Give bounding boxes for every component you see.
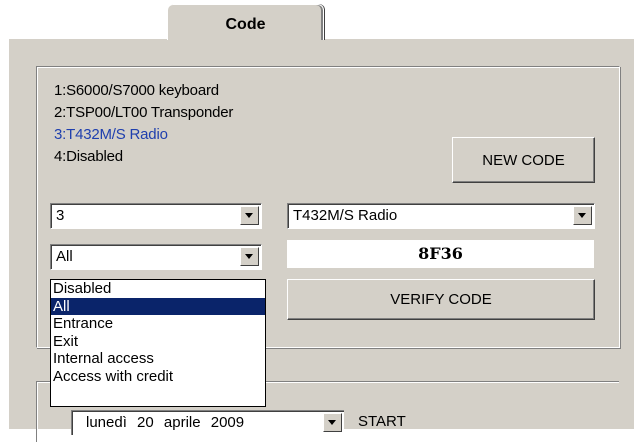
device-number-value: 3 [56,207,65,224]
tab-code-label: Code [225,16,266,33]
device-number-select[interactable]: 3 [50,203,262,229]
chevron-down-icon[interactable] [323,413,342,432]
verify-code-button[interactable]: VERIFY CODE [287,279,595,320]
tab-code[interactable]: Code [167,4,324,40]
chevron-down-icon[interactable] [240,206,259,225]
new-code-button[interactable]: NEW CODE [452,137,595,183]
start-label: START [358,413,406,430]
option-disabled: 4:Disabled [54,148,123,165]
chevron-down-icon[interactable] [573,206,592,225]
dropdown-item-internal-access[interactable]: Internal access [51,350,265,368]
device-type-value: T432M/S Radio [293,207,398,224]
option-keyboard: 1:S6000/S7000 keyboard [54,82,219,99]
option-transponder: 2:TSP00/LT00 Transponder [54,104,234,121]
dropdown-item-entrance[interactable]: Entrance [51,315,265,333]
option-radio: 3:T432M/S Radio [54,126,168,143]
chevron-down-icon[interactable] [240,247,259,266]
device-type-select[interactable]: T432M/S Radio [287,203,595,229]
access-value: All [56,248,73,265]
dropdown-item-disabled[interactable]: Disabled [51,280,265,298]
access-select[interactable]: All [50,244,262,270]
tab-joint [168,37,320,40]
access-dropdown-list[interactable]: Disabled All Entrance Exit Internal acce… [50,279,266,407]
dropdown-item-access-with-credit[interactable]: Access with credit [51,368,265,386]
code-display: 8F36 [287,240,594,268]
date-picker[interactable]: lunedì 20 aprile 2009 [71,410,344,435]
dropdown-item-all[interactable]: All [51,297,265,315]
dropdown-item-exit[interactable]: Exit [51,333,265,351]
date-value: lunedì 20 aprile 2009 [86,414,245,431]
